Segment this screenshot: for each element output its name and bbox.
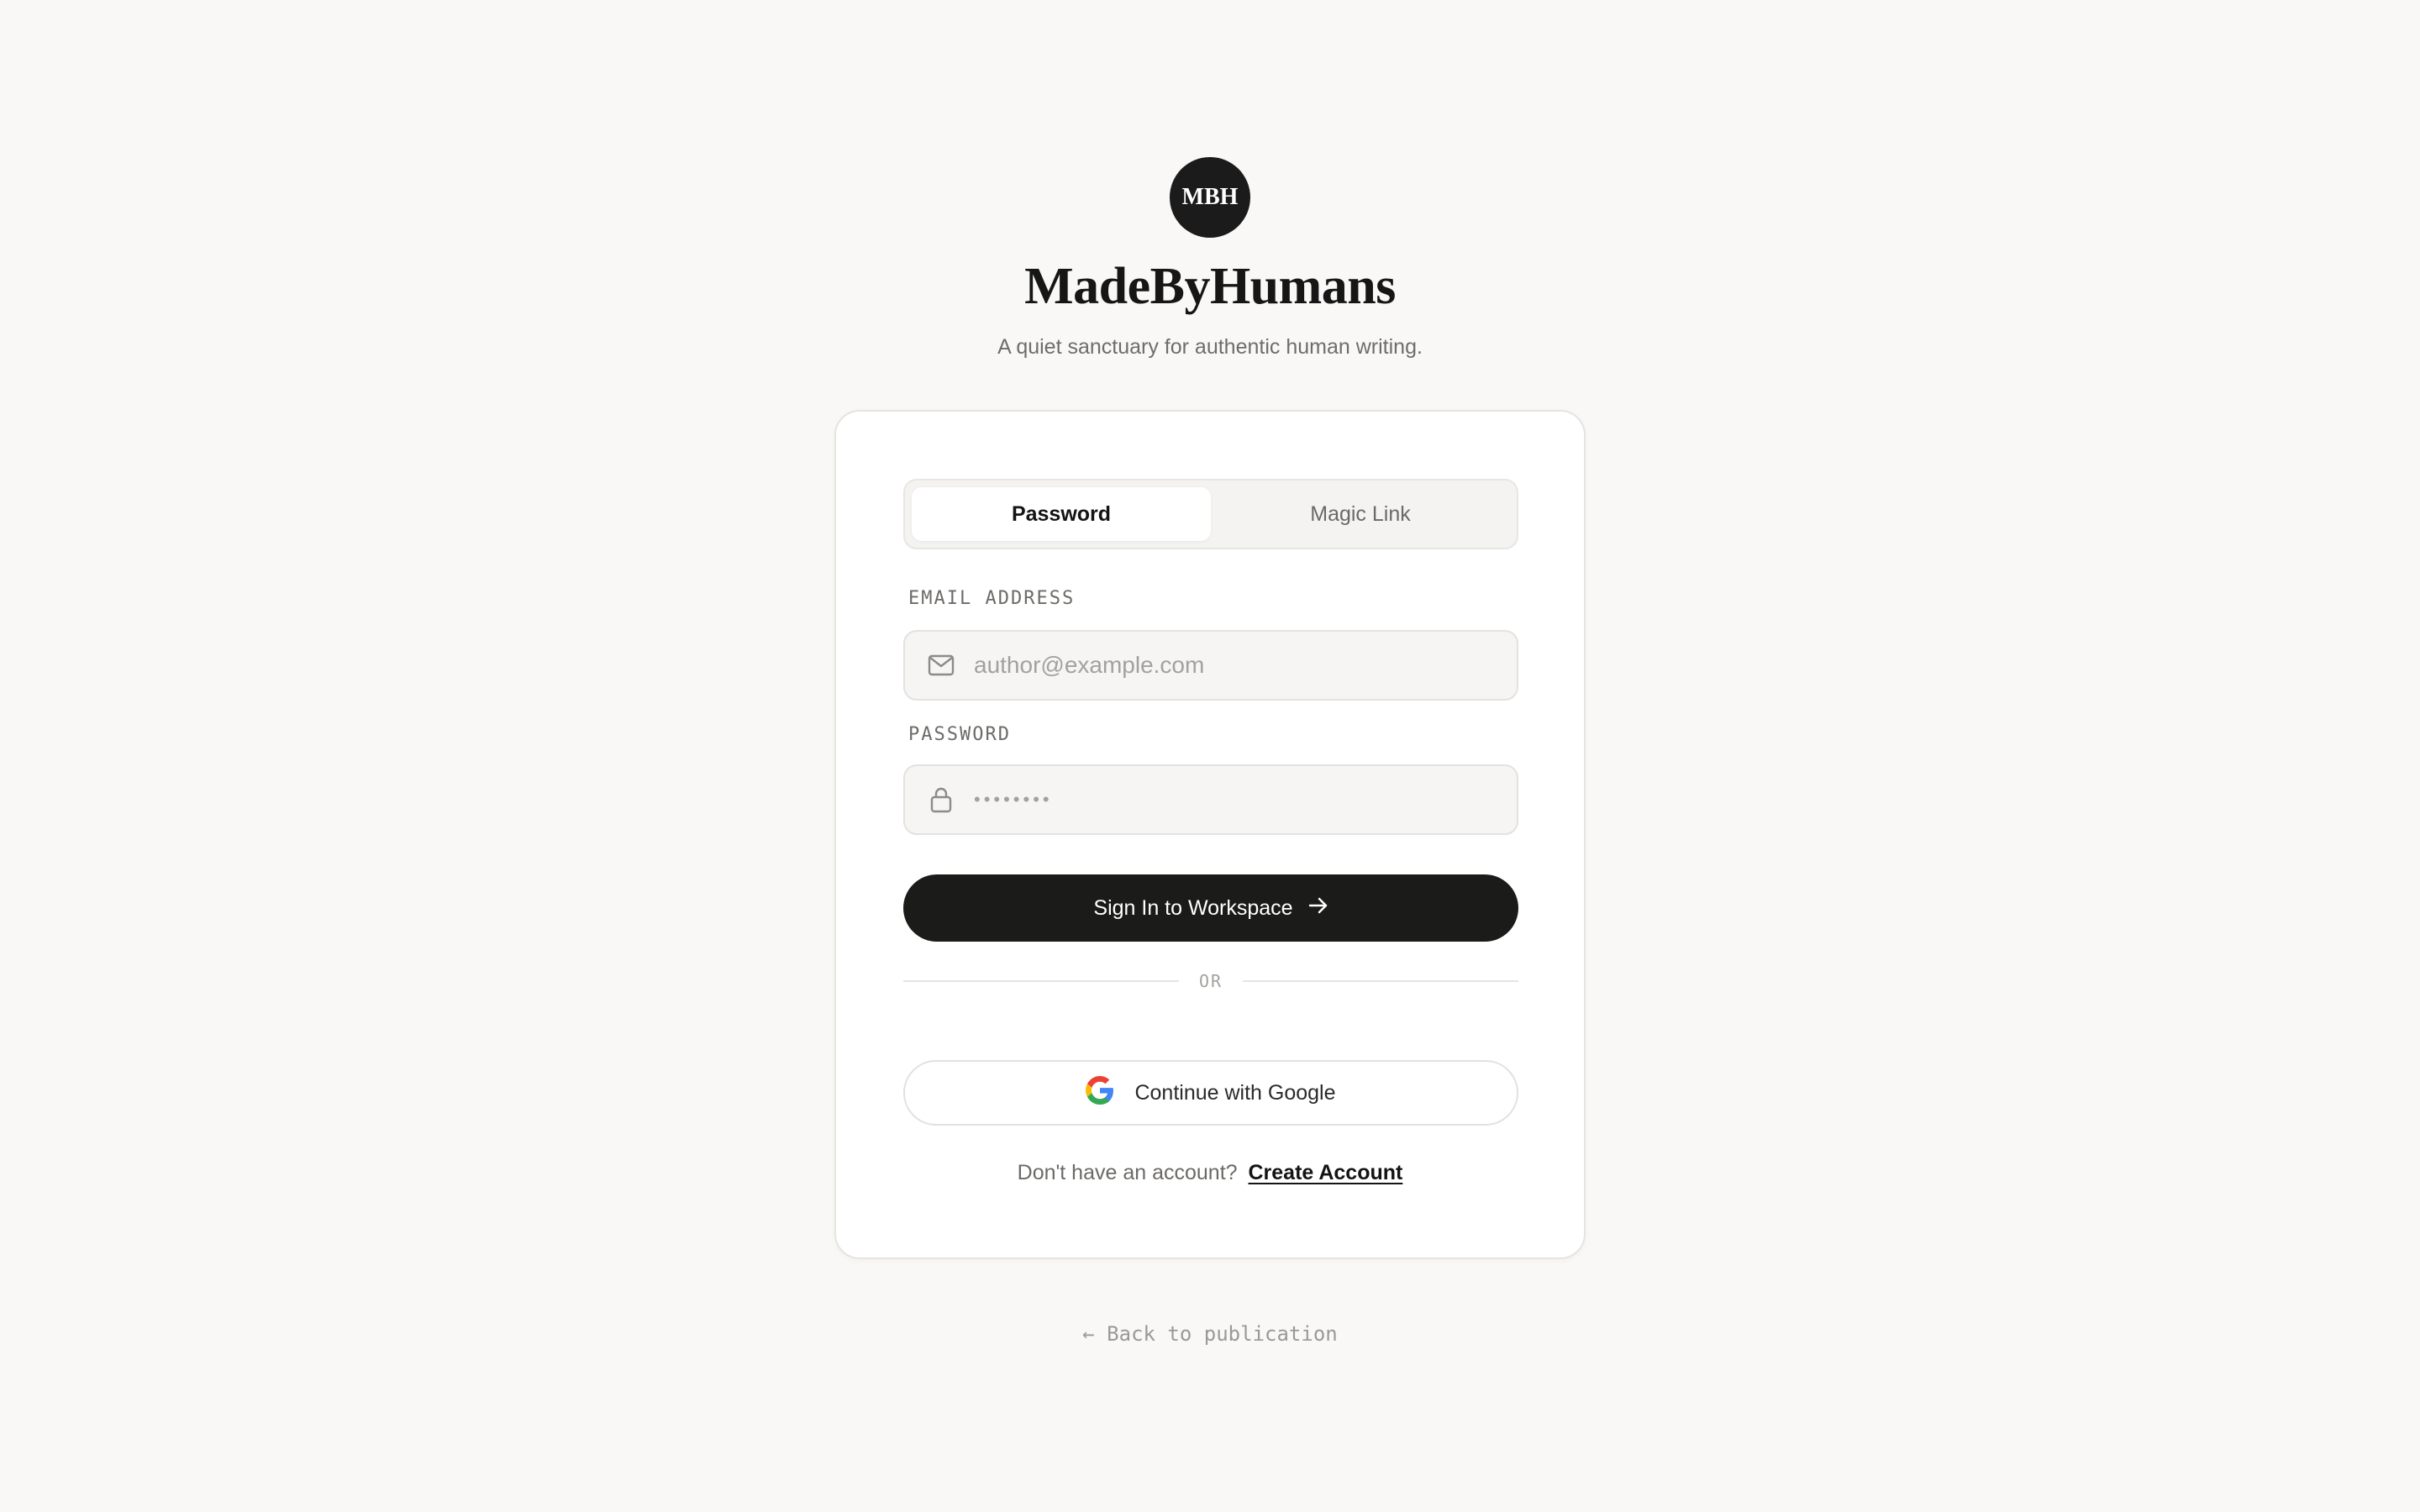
or-divider: OR — [903, 971, 1518, 991]
create-account-link[interactable]: Create Account — [1249, 1161, 1403, 1184]
divider-line-right — [1243, 980, 1518, 982]
auth-method-tabs: Password Magic Link — [903, 479, 1518, 549]
tab-password[interactable]: Password — [912, 487, 1211, 541]
tagline: A quiet sanctuary for authentic human wr… — [997, 335, 1423, 359]
tab-magic-link[interactable]: Magic Link — [1211, 487, 1510, 541]
back-to-publication-link[interactable]: ← Back to publication — [0, 1322, 2420, 1346]
page-title: MadeByHumans — [1024, 258, 1396, 315]
google-icon — [1086, 1075, 1114, 1110]
arrow-right-icon — [1308, 896, 1328, 921]
password-field-wrapper — [903, 764, 1518, 835]
google-button-label: Continue with Google — [1134, 1080, 1336, 1105]
google-sign-in-button[interactable]: Continue with Google — [903, 1060, 1518, 1126]
email-field-wrapper — [903, 630, 1518, 701]
password-input[interactable] — [974, 766, 1517, 833]
sign-in-button[interactable]: Sign In to Workspace — [903, 874, 1518, 942]
brand-header: MBH MadeByHumans A quiet sanctuary for a… — [0, 157, 2420, 360]
email-input[interactable] — [974, 632, 1517, 699]
sign-in-button-label: Sign In to Workspace — [1093, 895, 1293, 920]
divider-text: OR — [1198, 971, 1223, 991]
signup-prompt: Don't have an account? Create Account — [836, 1161, 1584, 1185]
divider-line-left — [903, 980, 1179, 982]
login-page: MBH MadeByHumans A quiet sanctuary for a… — [0, 0, 2420, 1512]
signup-prompt-text: Don't have an account? — [1017, 1161, 1238, 1184]
logo: MBH — [1170, 157, 1250, 238]
mail-icon — [927, 651, 955, 680]
lock-icon — [927, 785, 955, 814]
login-card: Password Magic Link EMAIL ADDRESS PASSWO… — [834, 410, 1586, 1259]
email-label: EMAIL ADDRESS — [908, 588, 1076, 609]
password-label: PASSWORD — [908, 724, 1011, 745]
